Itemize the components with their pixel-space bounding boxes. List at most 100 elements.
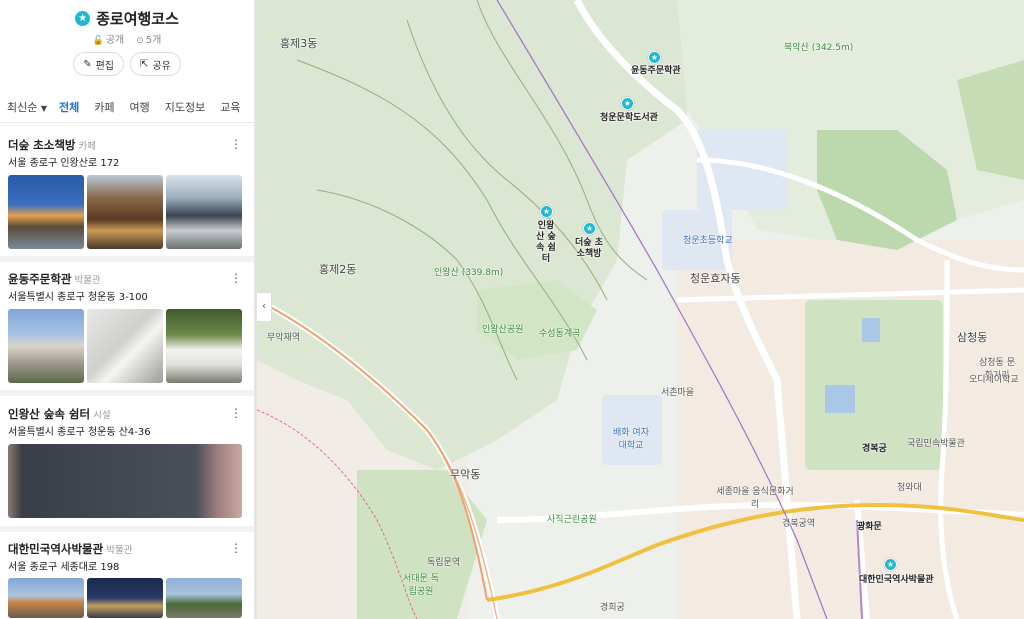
- map-label: 경복궁: [862, 444, 887, 454]
- tab-map-info[interactable]: 지도정보: [165, 99, 205, 115]
- star-icon[interactable]: ★: [648, 51, 661, 64]
- visibility: 🔓 공개: [93, 31, 125, 46]
- edit-icon: ✎: [83, 58, 92, 70]
- place-count-label: 5개: [145, 35, 162, 46]
- place-photo[interactable]: [166, 309, 242, 383]
- pond: [862, 318, 880, 342]
- place-name-text: 인왕산 숲속 쉼터: [8, 407, 91, 421]
- pin-label[interactable]: 인왕산 숲속 쉼터: [534, 221, 558, 265]
- place-photos[interactable]: [8, 175, 242, 249]
- district-label: 홍제3동: [280, 37, 318, 50]
- star-icon[interactable]: ★: [884, 558, 897, 571]
- place-name-text: 더숲 초소책방: [8, 138, 76, 152]
- map[interactable]: 홍제3동 홍제2동 청운효자동 무악동 삼청동 북악산 (342.5m) 인왕산…: [257, 0, 1024, 619]
- place-item[interactable]: 더숲 초소책방 카페 ⋮ 서울 종로구 인왕산로 172: [0, 137, 254, 255]
- chevron-left-icon: ‹: [262, 301, 266, 312]
- star-icon[interactable]: ★: [621, 97, 634, 110]
- place-name[interactable]: 인왕산 숲속 쉼터 시설: [8, 406, 111, 422]
- share-button[interactable]: ⇱ 공유: [130, 52, 181, 76]
- place-photo[interactable]: [166, 175, 242, 249]
- district-label: 청운효자동: [690, 272, 741, 285]
- course-title-row: ★ 종로여행코스: [0, 8, 254, 29]
- divider: [0, 256, 254, 262]
- map-label: 국립민속박물관: [907, 439, 965, 449]
- place-category: 카페: [78, 141, 96, 152]
- place-item[interactable]: 인왕산 숲속 쉼터 시설 ⋮ 서울특별시 종로구 청운동 산4-36: [0, 406, 254, 524]
- place-photos[interactable]: [8, 578, 242, 618]
- divider: [0, 526, 254, 532]
- collapse-panel-button[interactable]: ‹: [257, 292, 272, 322]
- map-label: 서대문 독립공원: [403, 574, 439, 597]
- category-tabs: 최신순 ▼ 전체 카페 여행 지도정보 교육: [0, 92, 254, 123]
- more-icon[interactable]: ⋮: [230, 271, 242, 285]
- course-title: 종로여행코스: [96, 10, 179, 28]
- place-photo[interactable]: [87, 175, 163, 249]
- map-label: 인왕산 (339.8m): [434, 268, 504, 278]
- more-icon[interactable]: ⋮: [230, 406, 242, 420]
- map-label: 세종마을 음식문화거리: [716, 487, 794, 510]
- sort-dropdown[interactable]: 최신순 ▼: [7, 99, 47, 115]
- place-category: 박물관: [106, 545, 133, 556]
- map-label: 배화 여자대학교: [613, 428, 649, 451]
- pond: [825, 385, 855, 413]
- tab-education[interactable]: 교육: [220, 99, 240, 115]
- place-name[interactable]: 더숲 초소책방 카페: [8, 137, 96, 153]
- place-address: 서울특별시 종로구 청운동 산4-36: [8, 427, 151, 438]
- map-label: 독립문역: [427, 558, 461, 568]
- place-address: 서울 종로구 인왕산로 172: [8, 158, 120, 169]
- lock-icon: 🔓: [92, 36, 104, 46]
- map-label: 오디세이학교: [969, 375, 1019, 385]
- share-label: 공유: [152, 60, 171, 72]
- divider: [0, 390, 254, 396]
- place-count: ⊙ 5개: [136, 31, 161, 46]
- pin-label[interactable]: 더숲 초소책방: [575, 238, 603, 260]
- pin-label[interactable]: 청운문학도서관: [600, 113, 658, 124]
- map-label: 북악산 (342.5m): [784, 43, 854, 53]
- place-item[interactable]: 윤동주문학관 박물관 ⋮ 서울특별시 종로구 청운동 3-100: [0, 271, 254, 389]
- more-icon[interactable]: ⋮: [230, 137, 242, 151]
- map-label: 인왕산공원: [482, 325, 524, 335]
- place-address: 서울특별시 종로구 청운동 3-100: [8, 292, 148, 303]
- place-photos[interactable]: [8, 309, 242, 383]
- course-panel: ★ 종로여행코스 🔓 공개 ⊙ 5개 ✎ 편집 ⇱ 공유 최신순 ▼ 전체 카페 여행 …: [0, 0, 254, 619]
- place-photos[interactable]: [8, 444, 242, 518]
- map-label: 경희궁: [600, 603, 625, 613]
- place-photo[interactable]: [166, 578, 242, 618]
- star-icon[interactable]: ★: [583, 222, 596, 235]
- caret-down-icon: ▼: [40, 104, 48, 113]
- place-photo[interactable]: [87, 309, 163, 383]
- place-name[interactable]: 윤동주문학관 박물관: [8, 271, 101, 287]
- place-photo[interactable]: [8, 444, 242, 518]
- map-label: 무악재역: [267, 333, 301, 343]
- tab-all[interactable]: 전체: [59, 99, 79, 115]
- place-name[interactable]: 대한민국역사박물관 박물관: [8, 541, 132, 557]
- visibility-label: 공개: [105, 35, 125, 46]
- place-category: 박물관: [74, 275, 101, 286]
- course-meta: 🔓 공개 ⊙ 5개: [0, 31, 254, 46]
- place-name-text: 윤동주문학관: [8, 272, 72, 286]
- pin-label[interactable]: 윤동주문학관: [631, 66, 681, 77]
- district-label: 삼청동: [957, 331, 988, 344]
- place-item[interactable]: 대한민국역사박물관 박물관 ⋮ 서울 종로구 세종대로 198: [0, 541, 254, 619]
- edit-button[interactable]: ✎ 편집: [73, 52, 124, 76]
- map-canvas[interactable]: [257, 0, 1024, 619]
- place-photo[interactable]: [87, 578, 163, 618]
- star-icon: ★: [75, 11, 91, 26]
- star-icon[interactable]: ★: [540, 205, 553, 218]
- place-photo[interactable]: [8, 309, 84, 383]
- map-label: 청와대: [897, 483, 922, 493]
- more-icon[interactable]: ⋮: [230, 541, 242, 555]
- map-label: 사직근린공원: [547, 515, 597, 525]
- share-icon: ⇱: [140, 58, 149, 70]
- place-photo[interactable]: [8, 578, 84, 618]
- tab-cafe[interactable]: 카페: [94, 99, 114, 115]
- map-label: 광화문: [857, 522, 882, 532]
- tab-travel[interactable]: 여행: [130, 99, 150, 115]
- pin-label[interactable]: 대한민국역사박물관: [859, 575, 934, 586]
- sort-label: 최신순: [7, 101, 38, 114]
- edit-label: 편집: [95, 60, 114, 72]
- place-photo[interactable]: [8, 175, 84, 249]
- district-label: 무악동: [450, 468, 481, 481]
- place-name-text: 대한민국역사박물관: [8, 542, 104, 556]
- map-label: 청운초등학교: [683, 236, 733, 246]
